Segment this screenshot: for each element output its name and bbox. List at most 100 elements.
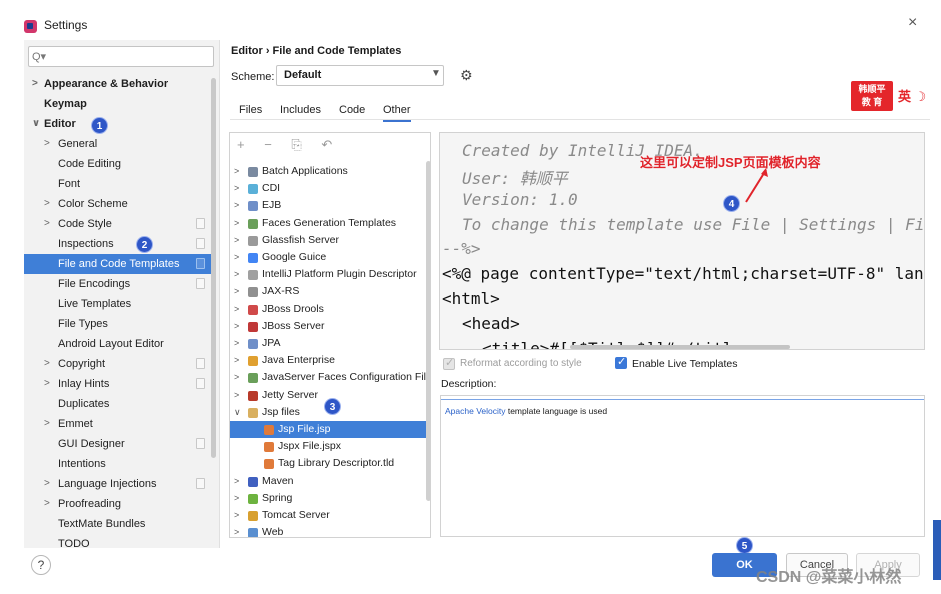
chevron-right-icon[interactable]: >: [234, 318, 239, 335]
chevron-right-icon[interactable]: >: [234, 490, 239, 507]
sidebar-item-color-scheme[interactable]: > Color Scheme: [24, 194, 214, 214]
tree-item-web[interactable]: > Web: [230, 524, 430, 537]
chevron-right-icon[interactable]: >: [234, 352, 239, 369]
tree-item-tomcat-server[interactable]: > Tomcat Server: [230, 507, 430, 524]
tree-item-jboss-drools[interactable]: > JBoss Drools: [230, 301, 430, 318]
sidebar-item-language-injections[interactable]: > Language Injections: [24, 474, 214, 494]
tree-item-jpa[interactable]: > JPA: [230, 335, 430, 352]
sidebar-item-inlay-hints[interactable]: > Inlay Hints: [24, 374, 214, 394]
description-body: template language is used: [505, 406, 608, 416]
tree-item-javaserver-faces-configuration-files[interactable]: > JavaServer Faces Configuration Files: [230, 369, 430, 386]
template-icon: [264, 425, 274, 435]
close-icon[interactable]: ×: [908, 14, 917, 32]
tree-item-label: Google Guice: [262, 251, 327, 263]
live-templates-checkbox[interactable]: ✓: [615, 356, 627, 369]
chevron-right-icon[interactable]: >: [32, 74, 42, 94]
chevron-right-icon[interactable]: >: [44, 194, 54, 214]
tab-other[interactable]: Other: [383, 104, 411, 122]
tree-toolbar[interactable]: + − ⎘ ↶: [237, 137, 340, 153]
tree-item-google-guice[interactable]: > Google Guice: [230, 249, 430, 266]
tab-includes[interactable]: Includes: [280, 104, 321, 116]
tree-item-jspx-file-jspx[interactable]: Jspx File.jspx: [230, 438, 430, 455]
tab-code[interactable]: Code: [339, 104, 365, 116]
tree-item-java-enterprise[interactable]: > Java Enterprise: [230, 352, 430, 369]
sidebar-item-code-style[interactable]: > Code Style: [24, 214, 214, 234]
sidebar-item-file-encodings[interactable]: File Encodings: [24, 274, 214, 294]
sidebar-item-font[interactable]: Font: [24, 174, 214, 194]
tree-item-maven[interactable]: > Maven: [230, 473, 430, 490]
tab-files[interactable]: Files: [239, 104, 262, 116]
chevron-right-icon[interactable]: >: [234, 473, 239, 490]
description-label: Description:: [441, 378, 497, 390]
chevron-right-icon[interactable]: >: [234, 266, 239, 283]
tree-item-tag-library-descriptor-tld[interactable]: Tag Library Descriptor.tld: [230, 455, 430, 472]
chevron-down-icon[interactable]: ∨: [234, 404, 241, 421]
sidebar-item-proofreading[interactable]: > Proofreading: [24, 494, 214, 514]
chevron-right-icon[interactable]: >: [234, 249, 239, 266]
chevron-right-icon[interactable]: >: [44, 214, 54, 234]
sidebar-item-label: TextMate Bundles: [58, 518, 146, 530]
tree-item-spring[interactable]: > Spring: [230, 490, 430, 507]
logo-line-1: 韩顺平: [858, 84, 886, 94]
tree-item-intellij-platform-plugin-descriptor[interactable]: > IntelliJ Platform Plugin Descriptor: [230, 266, 430, 283]
sidebar-item-appearance-behavior[interactable]: > Appearance & Behavior: [24, 74, 214, 94]
project-scope-icon: [196, 278, 205, 289]
sidebar-item-general[interactable]: > General: [24, 134, 214, 154]
chevron-right-icon[interactable]: >: [234, 163, 239, 180]
tree-item-glassfish-server[interactable]: > Glassfish Server: [230, 232, 430, 249]
search-input[interactable]: Q▾: [28, 46, 214, 67]
code-line: <head>: [462, 314, 520, 333]
tree-item-batch-applications[interactable]: > Batch Applications: [230, 163, 430, 180]
chevron-right-icon[interactable]: >: [234, 197, 239, 214]
chevron-right-icon[interactable]: >: [234, 180, 239, 197]
chevron-right-icon[interactable]: >: [44, 414, 54, 434]
editor-scrollbar[interactable]: [570, 345, 790, 349]
sidebar-item-todo[interactable]: TODO: [24, 534, 214, 548]
tree-item-ejb[interactable]: > EJB: [230, 197, 430, 214]
sidebar-item-copyright[interactable]: > Copyright: [24, 354, 214, 374]
chevron-right-icon[interactable]: >: [234, 232, 239, 249]
tree-item-faces-generation-templates[interactable]: > Faces Generation Templates: [230, 215, 430, 232]
chevron-right-icon[interactable]: >: [234, 507, 239, 524]
chevron-right-icon[interactable]: >: [44, 354, 54, 374]
gear-icon[interactable]: ⚙: [460, 67, 473, 84]
sidebar-item-file-types[interactable]: File Types: [24, 314, 214, 334]
sidebar-item-live-templates[interactable]: Live Templates: [24, 294, 214, 314]
sidebar-item-emmet[interactable]: > Emmet: [24, 414, 214, 434]
scheme-label: Scheme:: [231, 71, 275, 83]
help-button[interactable]: ?: [31, 555, 51, 575]
chevron-right-icon[interactable]: >: [44, 134, 54, 154]
sidebar-item-android-layout-editor[interactable]: Android Layout Editor: [24, 334, 214, 354]
sidebar-item-file-and-code-templates[interactable]: File and Code Templates: [24, 254, 214, 274]
chevron-right-icon[interactable]: >: [44, 374, 54, 394]
chevron-right-icon[interactable]: >: [234, 524, 239, 537]
sidebar-item-textmate-bundles[interactable]: TextMate Bundles: [24, 514, 214, 534]
chevron-down-icon: ▼: [431, 68, 441, 79]
sidebar-item-keymap[interactable]: Keymap: [24, 94, 214, 114]
tree-item-jsp-file-jsp[interactable]: Jsp File.jsp: [230, 421, 430, 438]
chevron-down-icon[interactable]: ∨: [32, 114, 42, 134]
scheme-dropdown[interactable]: Default ▼: [276, 65, 444, 86]
sidebar-scrollbar[interactable]: [211, 78, 216, 458]
sidebar-item-editor[interactable]: ∨ Editor: [24, 114, 214, 134]
sidebar-item-duplicates[interactable]: Duplicates: [24, 394, 214, 414]
chevron-right-icon[interactable]: >: [234, 215, 239, 232]
chevron-right-icon[interactable]: >: [234, 335, 239, 352]
sidebar-item-gui-designer[interactable]: GUI Designer: [24, 434, 214, 454]
chevron-right-icon[interactable]: >: [234, 387, 239, 404]
chevron-right-icon[interactable]: >: [234, 369, 239, 386]
sidebar-item-inspections[interactable]: Inspections: [24, 234, 214, 254]
sidebar-item-code-editing[interactable]: Code Editing: [24, 154, 214, 174]
sidebar-item-intentions[interactable]: Intentions: [24, 454, 214, 474]
tree-item-cdi[interactable]: > CDI: [230, 180, 430, 197]
tree-item-jax-rs[interactable]: > JAX-RS: [230, 283, 430, 300]
sidebar-item-label: Inlay Hints: [58, 378, 110, 390]
chevron-right-icon[interactable]: >: [44, 474, 54, 494]
chevron-right-icon[interactable]: >: [44, 494, 54, 514]
velocity-link[interactable]: Apache Velocity: [445, 406, 505, 416]
chevron-right-icon[interactable]: >: [234, 301, 239, 318]
tree-scrollbar[interactable]: [426, 161, 430, 501]
tree-item-jboss-server[interactable]: > JBoss Server: [230, 318, 430, 335]
reformat-checkbox[interactable]: ✓: [443, 357, 455, 370]
chevron-right-icon[interactable]: >: [234, 283, 239, 300]
